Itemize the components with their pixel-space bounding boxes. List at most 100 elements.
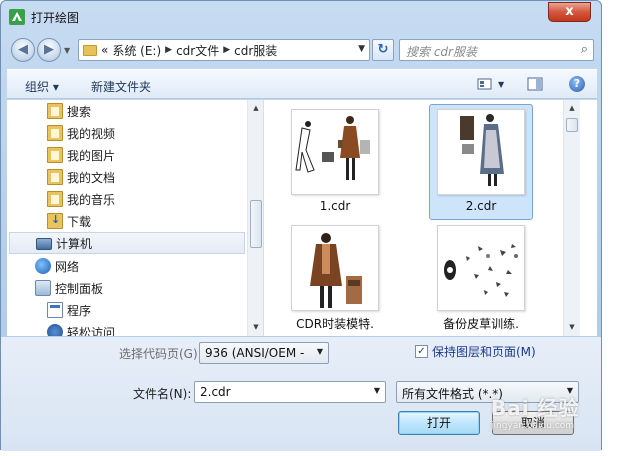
watermark-text: Bai 经验 — [491, 396, 580, 420]
command-toolbar: 组织 ▾ 新建文件夹 ▼ ? — [7, 69, 597, 99]
nav-item-programs[interactable]: 程序 — [47, 299, 91, 321]
close-button[interactable]: x — [548, 2, 591, 22]
file-item[interactable]: 备份皮草训练. — [429, 220, 533, 336]
help-icon[interactable]: ? — [569, 76, 585, 92]
file-list: 1.cdr 2.cdr CDR时装模特. 备份皮草训练. ▲ ▼ — [265, 100, 580, 336]
file-item-selected[interactable]: 2.cdr — [429, 104, 533, 220]
nav-item-pictures[interactable]: 我的图片 — [47, 144, 115, 166]
filename-input[interactable]: 2.cdr ▼ — [194, 381, 386, 403]
nav-item-documents[interactable]: 我的文档 — [47, 166, 115, 188]
chevron-right-icon[interactable]: ▶ — [165, 45, 172, 55]
scroll-up-icon[interactable]: ▲ — [564, 100, 580, 116]
scroll-down-icon[interactable]: ▼ — [564, 319, 580, 335]
nav-item-label: 程序 — [67, 303, 92, 318]
nav-pane-scrollbar[interactable]: ▲ ▼ — [247, 100, 263, 336]
scroll-up-icon[interactable]: ▲ — [248, 100, 263, 116]
keep-layers-label[interactable]: 保持图层和页面(M) — [432, 343, 536, 360]
nav-item-label: 我的图片 — [67, 148, 116, 163]
scroll-thumb[interactable] — [566, 118, 578, 132]
view-options-icon[interactable] — [477, 76, 493, 92]
library-folder-icon — [47, 169, 63, 185]
forward-button[interactable]: ▶ — [37, 38, 61, 62]
breadcrumb-cdr-files[interactable]: cdr文件 — [176, 42, 219, 59]
search-icon[interactable]: ⌕ — [581, 42, 588, 57]
file-item[interactable]: CDR时装模特. — [283, 220, 387, 336]
nav-item-control-panel[interactable]: 控制面板 — [35, 277, 103, 299]
navigation-bar: ◀ ▶ ▼ « 系统 (E:) ▶ cdr文件 ▶ cdr服装 ▼ ↻ 搜索 c… — [1, 35, 601, 65]
codepage-select[interactable]: 936 (ANSI/OEM - ▼ — [199, 342, 329, 364]
control-panel-icon — [35, 280, 51, 296]
file-name: 备份皮草训练. — [443, 317, 519, 331]
breadcrumb-drive[interactable]: 系统 (E:) — [112, 42, 161, 59]
baidu-watermark: Bai 经验 jingyan.baidu.com — [491, 392, 601, 438]
refresh-button[interactable]: ↻ — [372, 39, 394, 61]
scroll-down-icon[interactable]: ▼ — [248, 319, 263, 335]
chevron-down-icon[interactable]: ▼ — [374, 386, 380, 395]
nav-item-label: 我的音乐 — [67, 192, 116, 207]
preview-pane-icon[interactable] — [527, 76, 543, 92]
file-thumbnail — [437, 225, 525, 311]
file-thumbnail — [291, 109, 379, 195]
open-button[interactable]: 打开 — [398, 411, 480, 435]
nav-item-label: 下载 — [67, 214, 92, 229]
file-name: 1.cdr — [319, 199, 351, 213]
library-folder-icon — [47, 191, 63, 207]
nav-item-videos[interactable]: 我的视频 — [47, 122, 115, 144]
library-folder-icon — [47, 147, 63, 163]
nav-item-ease-of-access[interactable]: 轻松访问 — [47, 321, 115, 336]
file-name: 2.cdr — [465, 199, 497, 213]
nav-item-label: 轻松访问 — [67, 325, 116, 337]
address-dropdown-icon[interactable]: ▼ — [358, 44, 365, 54]
scroll-thumb[interactable] — [250, 200, 262, 248]
filename-label: 文件名(N): — [133, 387, 192, 401]
ease-of-access-icon — [47, 324, 63, 336]
watermark-sub: jingyan.baidu.com — [491, 421, 575, 431]
folder-icon — [83, 44, 97, 56]
nav-item-search[interactable]: 搜索 — [47, 100, 91, 122]
new-folder-button[interactable]: 新建文件夹 — [91, 78, 151, 95]
file-thumbnail — [291, 225, 379, 311]
network-icon — [35, 258, 51, 274]
nav-item-label: 控制面板 — [55, 281, 104, 296]
nav-item-music[interactable]: 我的音乐 — [47, 188, 115, 210]
refresh-icon: ↻ — [377, 42, 389, 57]
navigation-pane: 搜索 我的视频 我的图片 我的文档 我的音乐 下载 — [7, 100, 264, 336]
computer-icon — [36, 238, 52, 250]
nav-item-label: 计算机 — [56, 236, 93, 251]
file-list-scrollbar[interactable]: ▲ ▼ — [563, 100, 580, 336]
search-placeholder: 搜索 cdr服装 — [406, 45, 477, 59]
chevron-down-icon: ▼ — [316, 347, 323, 356]
open-drawing-dialog: 打开绘图 x ◀ ▶ ▼ « 系统 (E:) ▶ cdr文件 ▶ cdr服装 ▼… — [0, 0, 602, 451]
codepage-value: 936 (ANSI/OEM - — [205, 346, 305, 360]
programs-icon — [47, 302, 63, 318]
nav-item-downloads[interactable]: 下载 — [47, 210, 91, 232]
nav-item-label: 我的视频 — [67, 126, 116, 141]
filename-value: 2.cdr — [200, 385, 231, 399]
codepage-label: 选择代码页(G) — [119, 347, 198, 361]
file-name: CDR时装模特. — [296, 317, 374, 331]
file-thumbnail — [437, 109, 525, 195]
breadcrumb-overflow[interactable]: « — [101, 43, 108, 57]
nav-item-computer[interactable]: 计算机 — [9, 232, 245, 254]
keep-layers-checkbox[interactable]: ✓ — [415, 345, 428, 358]
download-folder-icon — [47, 213, 63, 229]
library-folder-icon — [47, 125, 63, 141]
window-title: 打开绘图 — [31, 11, 80, 25]
organize-menu[interactable]: 组织 ▾ — [25, 78, 59, 95]
nav-item-label: 网络 — [55, 259, 80, 274]
recent-pages-dropdown-icon[interactable]: ▼ — [64, 46, 70, 55]
library-folder-icon — [47, 103, 63, 119]
nav-item-network[interactable]: 网络 — [35, 255, 79, 277]
back-button[interactable]: ◀ — [11, 38, 35, 62]
address-bar[interactable]: « 系统 (E:) ▶ cdr文件 ▶ cdr服装 ▼ — [78, 39, 370, 61]
title-bar: 打开绘图 x — [1, 1, 601, 31]
breadcrumb-cdr-clothing[interactable]: cdr服装 — [234, 42, 277, 59]
nav-item-label: 我的文档 — [67, 170, 116, 185]
view-dropdown-icon[interactable]: ▼ — [498, 80, 504, 89]
filetype-value: 所有文件格式 (*.*) — [402, 387, 503, 401]
coreldraw-app-icon — [9, 9, 25, 25]
browser-area: 搜索 我的视频 我的图片 我的文档 我的音乐 下载 — [7, 100, 597, 336]
chevron-right-icon[interactable]: ▶ — [223, 45, 230, 55]
file-item[interactable]: 1.cdr — [283, 104, 387, 220]
search-input[interactable]: 搜索 cdr服装 ⌕ — [399, 39, 594, 61]
